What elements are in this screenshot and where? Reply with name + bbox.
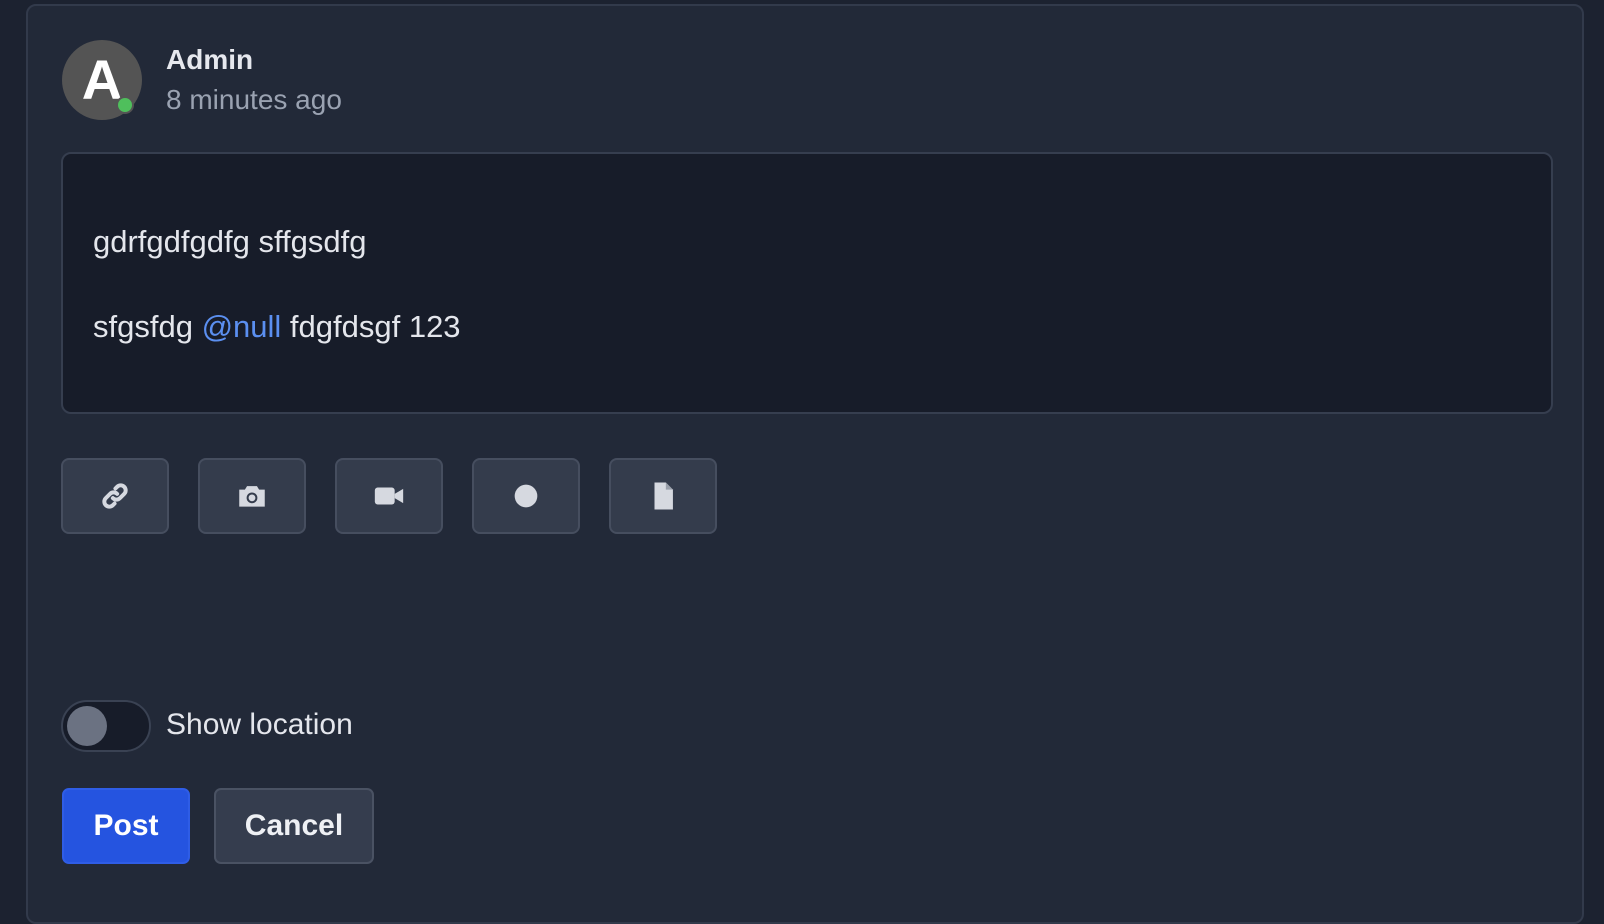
file-icon <box>654 482 673 510</box>
toggle-knob <box>67 706 107 746</box>
add-link-button[interactable] <box>61 458 169 534</box>
editor-line: sfgsfdg @null fdgfdsgf 123 <box>93 309 461 345</box>
post-button[interactable]: Post <box>62 788 190 864</box>
record-button[interactable] <box>472 458 580 534</box>
user-mention[interactable]: @null <box>202 309 282 344</box>
post-card: A Admin 8 minutes ago gdrfgdfgdfg sffgsd… <box>26 4 1584 924</box>
add-file-button[interactable] <box>609 458 717 534</box>
add-photo-button[interactable] <box>198 458 306 534</box>
post-editor[interactable]: gdrfgdfgdfg sffgsdfg sfgsfdg @null fdgfd… <box>61 152 1553 414</box>
video-icon <box>374 487 404 505</box>
show-location-toggle[interactable] <box>61 700 151 752</box>
link-icon <box>102 483 128 509</box>
online-status-dot <box>116 96 134 114</box>
show-location-label[interactable]: Show location <box>166 708 353 742</box>
editor-line: gdrfgdfgdfg sffgsdfg <box>93 224 367 259</box>
editor-text: fdgfdsgf 123 <box>281 309 461 344</box>
editor-text: sfgsfdg <box>93 309 202 344</box>
cancel-button[interactable]: Cancel <box>214 788 374 864</box>
post-timestamp: 8 minutes ago <box>166 84 342 115</box>
author-name[interactable]: Admin <box>166 44 253 76</box>
record-icon <box>514 484 538 508</box>
add-video-button[interactable] <box>335 458 443 534</box>
camera-icon <box>239 486 265 507</box>
